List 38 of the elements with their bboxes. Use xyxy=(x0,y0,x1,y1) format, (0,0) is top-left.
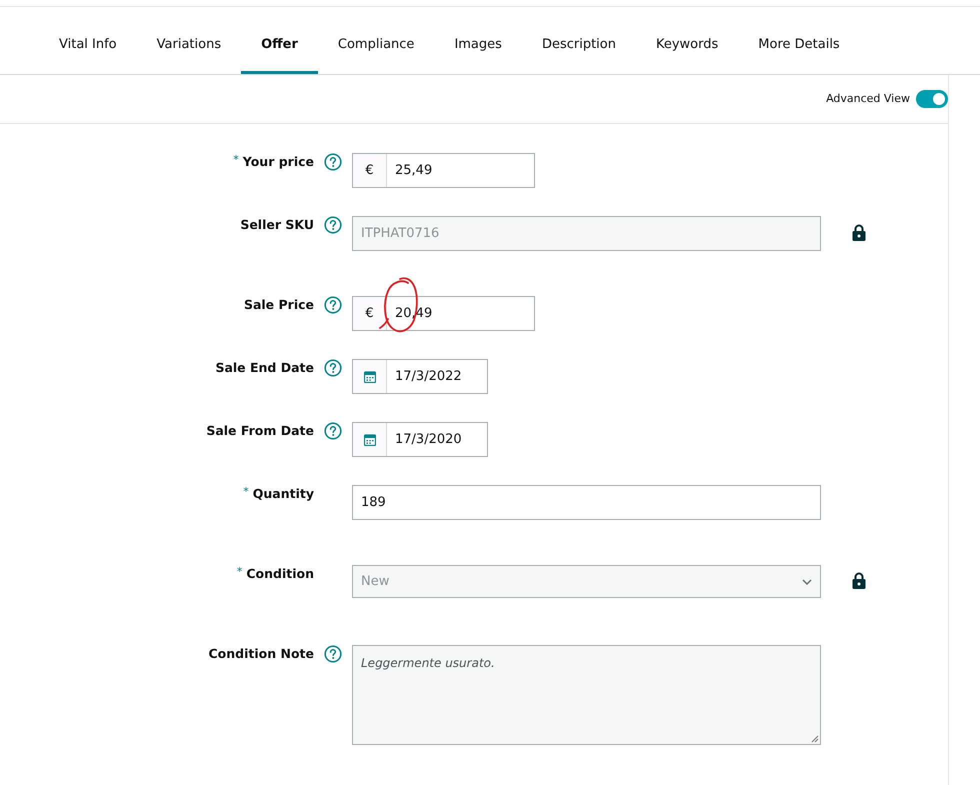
date-field[interactable]: 17/3/2022 xyxy=(352,359,488,394)
tab[interactable]: Keywords xyxy=(636,19,738,74)
tab[interactable]: Compliance xyxy=(318,19,434,74)
calendar-icon[interactable] xyxy=(364,370,376,382)
tab[interactable]: Images xyxy=(434,19,522,74)
required-asterisk: * xyxy=(243,486,249,497)
help-icon[interactable] xyxy=(324,422,342,440)
resize-handle-icon xyxy=(811,735,819,743)
help-icon[interactable] xyxy=(324,153,342,171)
tab[interactable]: Description xyxy=(522,19,636,74)
currency-symbol: € xyxy=(353,154,387,187)
field-label: Condition Note xyxy=(208,646,314,662)
field-label: Sale From Date xyxy=(206,423,314,439)
date-field[interactable]: 17/3/2020 xyxy=(352,422,488,457)
date-value: 17/3/2022 xyxy=(394,368,462,386)
field-label: Sale Price xyxy=(244,297,314,313)
help-icon[interactable] xyxy=(324,296,342,314)
required-asterisk: * xyxy=(233,154,239,165)
tab[interactable]: Vital Info xyxy=(39,19,137,74)
tab[interactable]: More Details xyxy=(738,19,860,74)
tab[interactable]: Offer xyxy=(241,19,318,74)
field-label: Condition xyxy=(246,566,314,582)
field-label: Seller SKU xyxy=(240,217,314,233)
chevron-down-icon xyxy=(802,578,812,584)
help-icon[interactable] xyxy=(324,359,342,377)
currency-symbol: € xyxy=(353,297,387,330)
advanced-view-toggle[interactable] xyxy=(916,90,948,108)
field-label: Quantity xyxy=(252,486,314,502)
field-label: Sale End Date xyxy=(215,360,314,376)
calendar-icon[interactable] xyxy=(364,434,376,446)
field-label: Your price xyxy=(242,154,314,170)
price-value: 25,49 xyxy=(394,162,432,180)
text-field[interactable]: 189 xyxy=(352,485,821,520)
required-asterisk: * xyxy=(236,566,242,577)
advanced-view-label: Advanced View xyxy=(826,90,910,107)
price-field[interactable]: € 25,49 xyxy=(352,153,535,188)
date-value: 17/3/2020 xyxy=(394,430,462,449)
tab[interactable]: Variations xyxy=(136,19,242,74)
